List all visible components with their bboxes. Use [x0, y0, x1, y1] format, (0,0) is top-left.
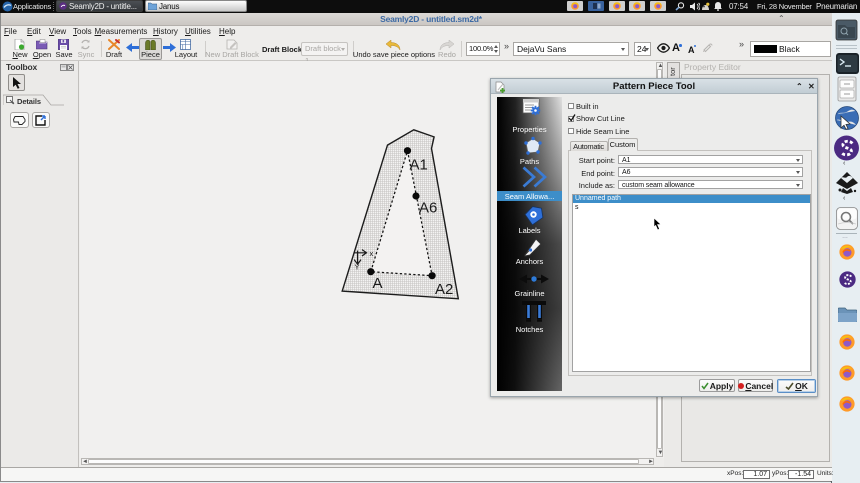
svg-text:A1: A1 [410, 157, 428, 174]
svg-text:Y: Y [355, 263, 360, 272]
svg-text:A6: A6 [419, 200, 437, 217]
svg-text:A: A [373, 275, 383, 292]
svg-text:x: x [370, 249, 374, 258]
svg-text:A2: A2 [435, 281, 453, 298]
